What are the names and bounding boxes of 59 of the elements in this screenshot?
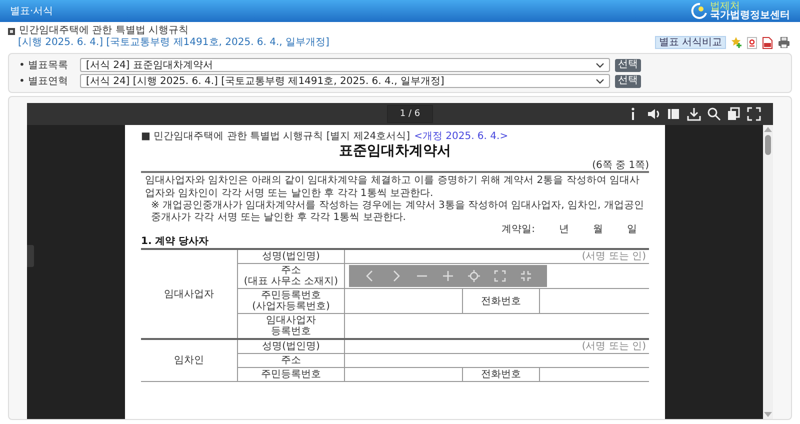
expand-icon[interactable]: [493, 269, 507, 283]
form-header: ■ 민간임대주택에 관한 특별법 시행규칙 [별지 제24호서식]: [141, 131, 410, 143]
table-cell: 성명(법인명): [238, 339, 344, 354]
document-title: 표준임대차계약서: [338, 143, 452, 160]
pdf-icon[interactable]: [762, 36, 773, 48]
table-cell: 주소 (대표 사무소 소재지): [238, 264, 344, 288]
table-cell: 주민등록번호 (사업자등록번호): [238, 288, 344, 314]
square-bullet-icon: [8, 28, 15, 34]
page-title: 별표·서식: [10, 5, 54, 18]
download-icon[interactable]: [687, 107, 701, 121]
sidebar-handle[interactable]: [27, 245, 34, 267]
select-field[interactable]: [서식 24] 표준임대차계약서: [80, 58, 610, 72]
select-button[interactable]: 선택: [615, 58, 641, 72]
printer-icon[interactable]: [778, 37, 790, 48]
note-paragraph: ※ 개업공인중개사가 임대차계약서를 작성하는 경우에는 계약서 3통을 작성하여 임대사업자, 임차인, 개업공인중개사가 각각 서명 또는 날인한 후 각각 1통씩 보관한다.: [150, 200, 645, 224]
fullscreen-icon[interactable]: [747, 107, 761, 121]
table-cell: 임차인: [141, 339, 238, 382]
scrollbar-thumb[interactable]: [765, 135, 771, 155]
page-number-field[interactable]: 1 / 6: [387, 105, 433, 123]
zoom-in-icon[interactable]: [441, 269, 455, 283]
day-label: 일: [627, 224, 637, 236]
contract-date-label: 계약일:: [502, 224, 535, 236]
table-cell: 임대사업자: [141, 249, 238, 339]
select-button[interactable]: 선택: [615, 74, 641, 88]
table-cell: 전화번호: [462, 368, 540, 382]
sidebar-icon[interactable]: [667, 107, 681, 121]
swirl-logo-icon: [691, 3, 707, 19]
amendment-note: <개정 2025. 6. 4.>: [414, 131, 508, 143]
table-cell: 주민등록번호: [238, 368, 344, 382]
law-info: [시행 2025. 6. 4.] [국토교통부령 제1491호, 2025. 6. 4., 일부개정]: [17, 37, 330, 49]
section-heading: 1. 계약 당사자: [141, 236, 210, 248]
table-cell: 성명(법인명): [238, 249, 344, 264]
scroll-down-icon: [764, 412, 772, 417]
logo-subtitle: 법제처: [710, 2, 740, 10]
logo-title: 국가법령정보센터: [710, 10, 790, 20]
scroll-up-icon: [764, 127, 772, 132]
crosshair-icon[interactable]: [467, 269, 481, 283]
scrollbar[interactable]: [763, 125, 773, 419]
select-field[interactable]: [서식 24] [시행 2025. 6. 4.] [국토교통부령 제1491호, 2025. 6. 4., 일부개정]: [80, 74, 610, 88]
selector-label: • 별표목록: [19, 59, 70, 72]
year-label: 년: [559, 224, 569, 236]
law-title: 민간임대주택에 관한 특별법 시행규칙: [19, 25, 189, 37]
table-cell: (서명 또는 인): [344, 249, 649, 264]
selector-label: • 별표연혁: [19, 75, 70, 88]
compare-button[interactable]: 별표 서식비교: [654, 36, 726, 49]
search-icon[interactable]: [707, 107, 721, 121]
collapse-icon[interactable]: [519, 269, 533, 283]
intro-paragraph: 임대사업자와 임차인은 아래의 같이 임대차계약을 체결하고 이를 증명하기 위해 계약서 2통을 작성하여 임대사업자와 임차인이 각각 서명 또는 날인한 후 각각 1통씩 보관한다.: [144, 174, 641, 200]
page-note: (6쪽 중 1쪽): [141, 160, 649, 173]
pages-icon[interactable]: [727, 107, 741, 121]
month-label: 월: [593, 224, 603, 236]
table-cell: (서명 또는 인): [344, 339, 649, 354]
table-cell: 전화번호: [462, 288, 540, 314]
document-icon[interactable]: [747, 36, 757, 48]
chevron-down-icon: [596, 62, 604, 68]
table-cell: 주소: [238, 354, 344, 368]
star-plus-icon[interactable]: [731, 37, 742, 48]
chevron-down-icon: [596, 78, 604, 84]
speaker-icon[interactable]: [647, 107, 661, 121]
